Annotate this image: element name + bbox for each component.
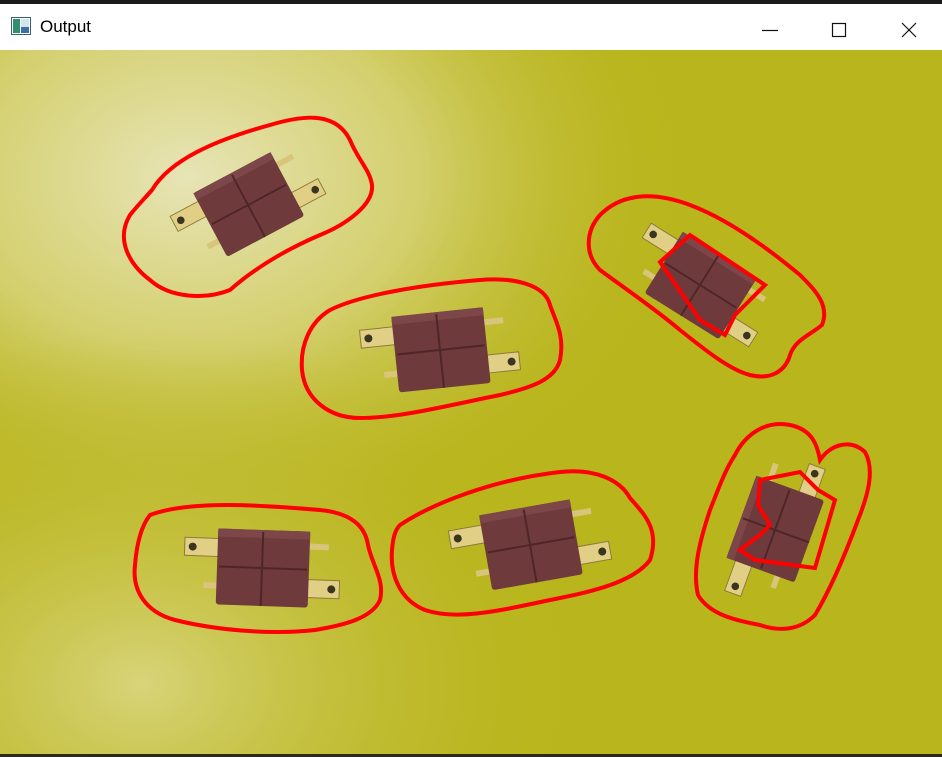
maximize-icon [831, 22, 847, 38]
output-image [0, 50, 942, 754]
close-icon [901, 22, 917, 38]
minimize-button[interactable] [735, 8, 805, 50]
maximize-button[interactable] [804, 8, 874, 50]
detection-canvas [0, 50, 942, 754]
output-window: Output [0, 0, 942, 757]
title-bar[interactable]: Output [0, 4, 942, 50]
app-window-icon [11, 17, 31, 35]
close-button[interactable] [873, 8, 942, 50]
minimize-icon [762, 29, 778, 32]
window-title: Output [40, 17, 92, 36]
